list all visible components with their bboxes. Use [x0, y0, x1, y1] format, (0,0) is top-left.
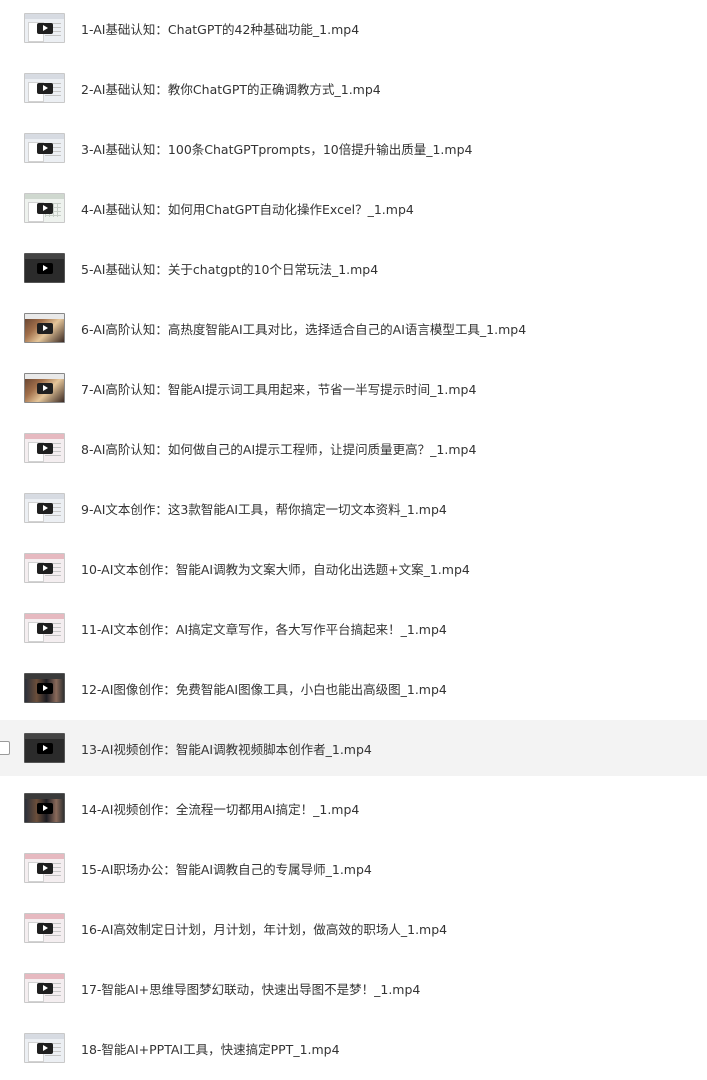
play-icon — [36, 983, 53, 994]
file-row[interactable]: 18-智能AI+PPTAI工具，快速搞定PPT_1.mp4 — [0, 1020, 707, 1076]
play-icon — [36, 803, 53, 814]
file-name[interactable]: 18-智能AI+PPTAI工具，快速搞定PPT_1.mp4 — [81, 1039, 340, 1058]
play-icon — [36, 383, 53, 394]
file-row[interactable]: 11-AI文本创作：AI搞定文章写作，各大写作平台搞起来！_1.mp4 — [0, 600, 707, 656]
play-icon — [36, 1043, 53, 1054]
video-thumbnail[interactable] — [24, 193, 65, 223]
play-icon — [36, 203, 53, 214]
file-name[interactable]: 8-AI高阶认知：如何做自己的AI提示工程师，让提问质量更高？_1.mp4 — [81, 439, 476, 458]
play-icon — [36, 263, 53, 274]
play-icon — [36, 143, 53, 154]
play-icon — [36, 923, 53, 934]
video-thumbnail[interactable] — [24, 853, 65, 883]
file-row[interactable]: 2-AI基础认知：教你ChatGPT的正确调教方式_1.mp4 — [0, 60, 707, 116]
file-row[interactable]: 17-智能AI+思维导图梦幻联动，快速出导图不是梦！_1.mp4 — [0, 960, 707, 1016]
file-name[interactable]: 11-AI文本创作：AI搞定文章写作，各大写作平台搞起来！_1.mp4 — [81, 619, 447, 638]
file-name[interactable]: 6-AI高阶认知：高热度智能AI工具对比，选择适合自己的AI语言模型工具_1.m… — [81, 319, 526, 338]
file-row[interactable]: 7-AI高阶认知：智能AI提示词工具用起来，节省一半写提示时间_1.mp4 — [0, 360, 707, 416]
play-icon — [36, 503, 53, 514]
file-name[interactable]: 12-AI图像创作：免费智能AI图像工具，小白也能出高级图_1.mp4 — [81, 679, 447, 698]
file-name[interactable]: 17-智能AI+思维导图梦幻联动，快速出导图不是梦！_1.mp4 — [81, 979, 420, 998]
file-name[interactable]: 9-AI文本创作：这3款智能AI工具，帮你搞定一切文本资料_1.mp4 — [81, 499, 447, 518]
video-thumbnail[interactable] — [24, 133, 65, 163]
file-row[interactable]: 14-AI视频创作：全流程一切都用AI搞定！_1.mp4 — [0, 780, 707, 836]
file-name[interactable]: 10-AI文本创作：智能AI调教为文案大师，自动化出选题+文案_1.mp4 — [81, 559, 470, 578]
file-row[interactable]: 9-AI文本创作：这3款智能AI工具，帮你搞定一切文本资料_1.mp4 — [0, 480, 707, 536]
file-row[interactable]: 10-AI文本创作：智能AI调教为文案大师，自动化出选题+文案_1.mp4 — [0, 540, 707, 596]
play-icon — [36, 563, 53, 574]
file-row-hovered[interactable]: 13-AI视频创作：智能AI调教视频脚本创作者_1.mp4 — [0, 720, 707, 776]
video-thumbnail[interactable] — [24, 433, 65, 463]
play-icon — [36, 83, 53, 94]
file-row[interactable]: 3-AI基础认知：100条ChatGPTprompts，10倍提升输出质量_1.… — [0, 120, 707, 176]
file-name[interactable]: 5-AI基础认知：关于chatgpt的10个日常玩法_1.mp4 — [81, 259, 378, 278]
play-icon — [36, 323, 53, 334]
file-name[interactable]: 3-AI基础认知：100条ChatGPTprompts，10倍提升输出质量_1.… — [81, 139, 472, 158]
file-row[interactable]: 8-AI高阶认知：如何做自己的AI提示工程师，让提问质量更高？_1.mp4 — [0, 420, 707, 476]
video-thumbnail[interactable] — [24, 673, 65, 703]
video-thumbnail[interactable] — [24, 553, 65, 583]
video-thumbnail[interactable] — [24, 793, 65, 823]
video-thumbnail[interactable] — [24, 373, 65, 403]
file-name[interactable]: 16-AI高效制定日计划，月计划，年计划，做高效的职场人_1.mp4 — [81, 919, 447, 938]
video-thumbnail[interactable] — [24, 13, 65, 43]
file-row[interactable]: 4-AI基础认知：如何用ChatGPT自动化操作Excel？_1.mp4 — [0, 180, 707, 236]
video-thumbnail[interactable] — [24, 253, 65, 283]
file-row[interactable]: 1-AI基础认知：ChatGPT的42种基础功能_1.mp4 — [0, 0, 707, 56]
file-row[interactable]: 6-AI高阶认知：高热度智能AI工具对比，选择适合自己的AI语言模型工具_1.m… — [0, 300, 707, 356]
file-name[interactable]: 7-AI高阶认知：智能AI提示词工具用起来，节省一半写提示时间_1.mp4 — [81, 379, 476, 398]
file-name[interactable]: 2-AI基础认知：教你ChatGPT的正确调教方式_1.mp4 — [81, 79, 381, 98]
file-row[interactable]: 5-AI基础认知：关于chatgpt的10个日常玩法_1.mp4 — [0, 240, 707, 296]
video-thumbnail[interactable] — [24, 493, 65, 523]
video-thumbnail[interactable] — [24, 973, 65, 1003]
video-thumbnail[interactable] — [24, 733, 65, 763]
file-name[interactable]: 4-AI基础认知：如何用ChatGPT自动化操作Excel？_1.mp4 — [81, 199, 414, 218]
play-icon — [36, 743, 53, 754]
file-row[interactable]: 12-AI图像创作：免费智能AI图像工具，小白也能出高级图_1.mp4 — [0, 660, 707, 716]
video-thumbnail[interactable] — [24, 1033, 65, 1063]
play-icon — [36, 863, 53, 874]
play-icon — [36, 623, 53, 634]
play-icon — [36, 443, 53, 454]
file-name[interactable]: 1-AI基础认知：ChatGPT的42种基础功能_1.mp4 — [81, 19, 359, 38]
play-icon — [36, 683, 53, 694]
file-name[interactable]: 13-AI视频创作：智能AI调教视频脚本创作者_1.mp4 — [81, 739, 372, 758]
video-thumbnail[interactable] — [24, 73, 65, 103]
video-thumbnail[interactable] — [24, 913, 65, 943]
file-list: 1-AI基础认知：ChatGPT的42种基础功能_1.mp4 2-AI基础认知：… — [0, 0, 707, 1080]
file-name[interactable]: 14-AI视频创作：全流程一切都用AI搞定！_1.mp4 — [81, 799, 359, 818]
file-row[interactable]: 16-AI高效制定日计划，月计划，年计划，做高效的职场人_1.mp4 — [0, 900, 707, 956]
file-row[interactable]: 15-AI职场办公：智能AI调教自己的专属导师_1.mp4 — [0, 840, 707, 896]
file-name[interactable]: 15-AI职场办公：智能AI调教自己的专属导师_1.mp4 — [81, 859, 372, 878]
video-thumbnail[interactable] — [24, 613, 65, 643]
video-thumbnail[interactable] — [24, 313, 65, 343]
play-icon — [36, 23, 53, 34]
row-checkbox[interactable] — [0, 741, 10, 755]
